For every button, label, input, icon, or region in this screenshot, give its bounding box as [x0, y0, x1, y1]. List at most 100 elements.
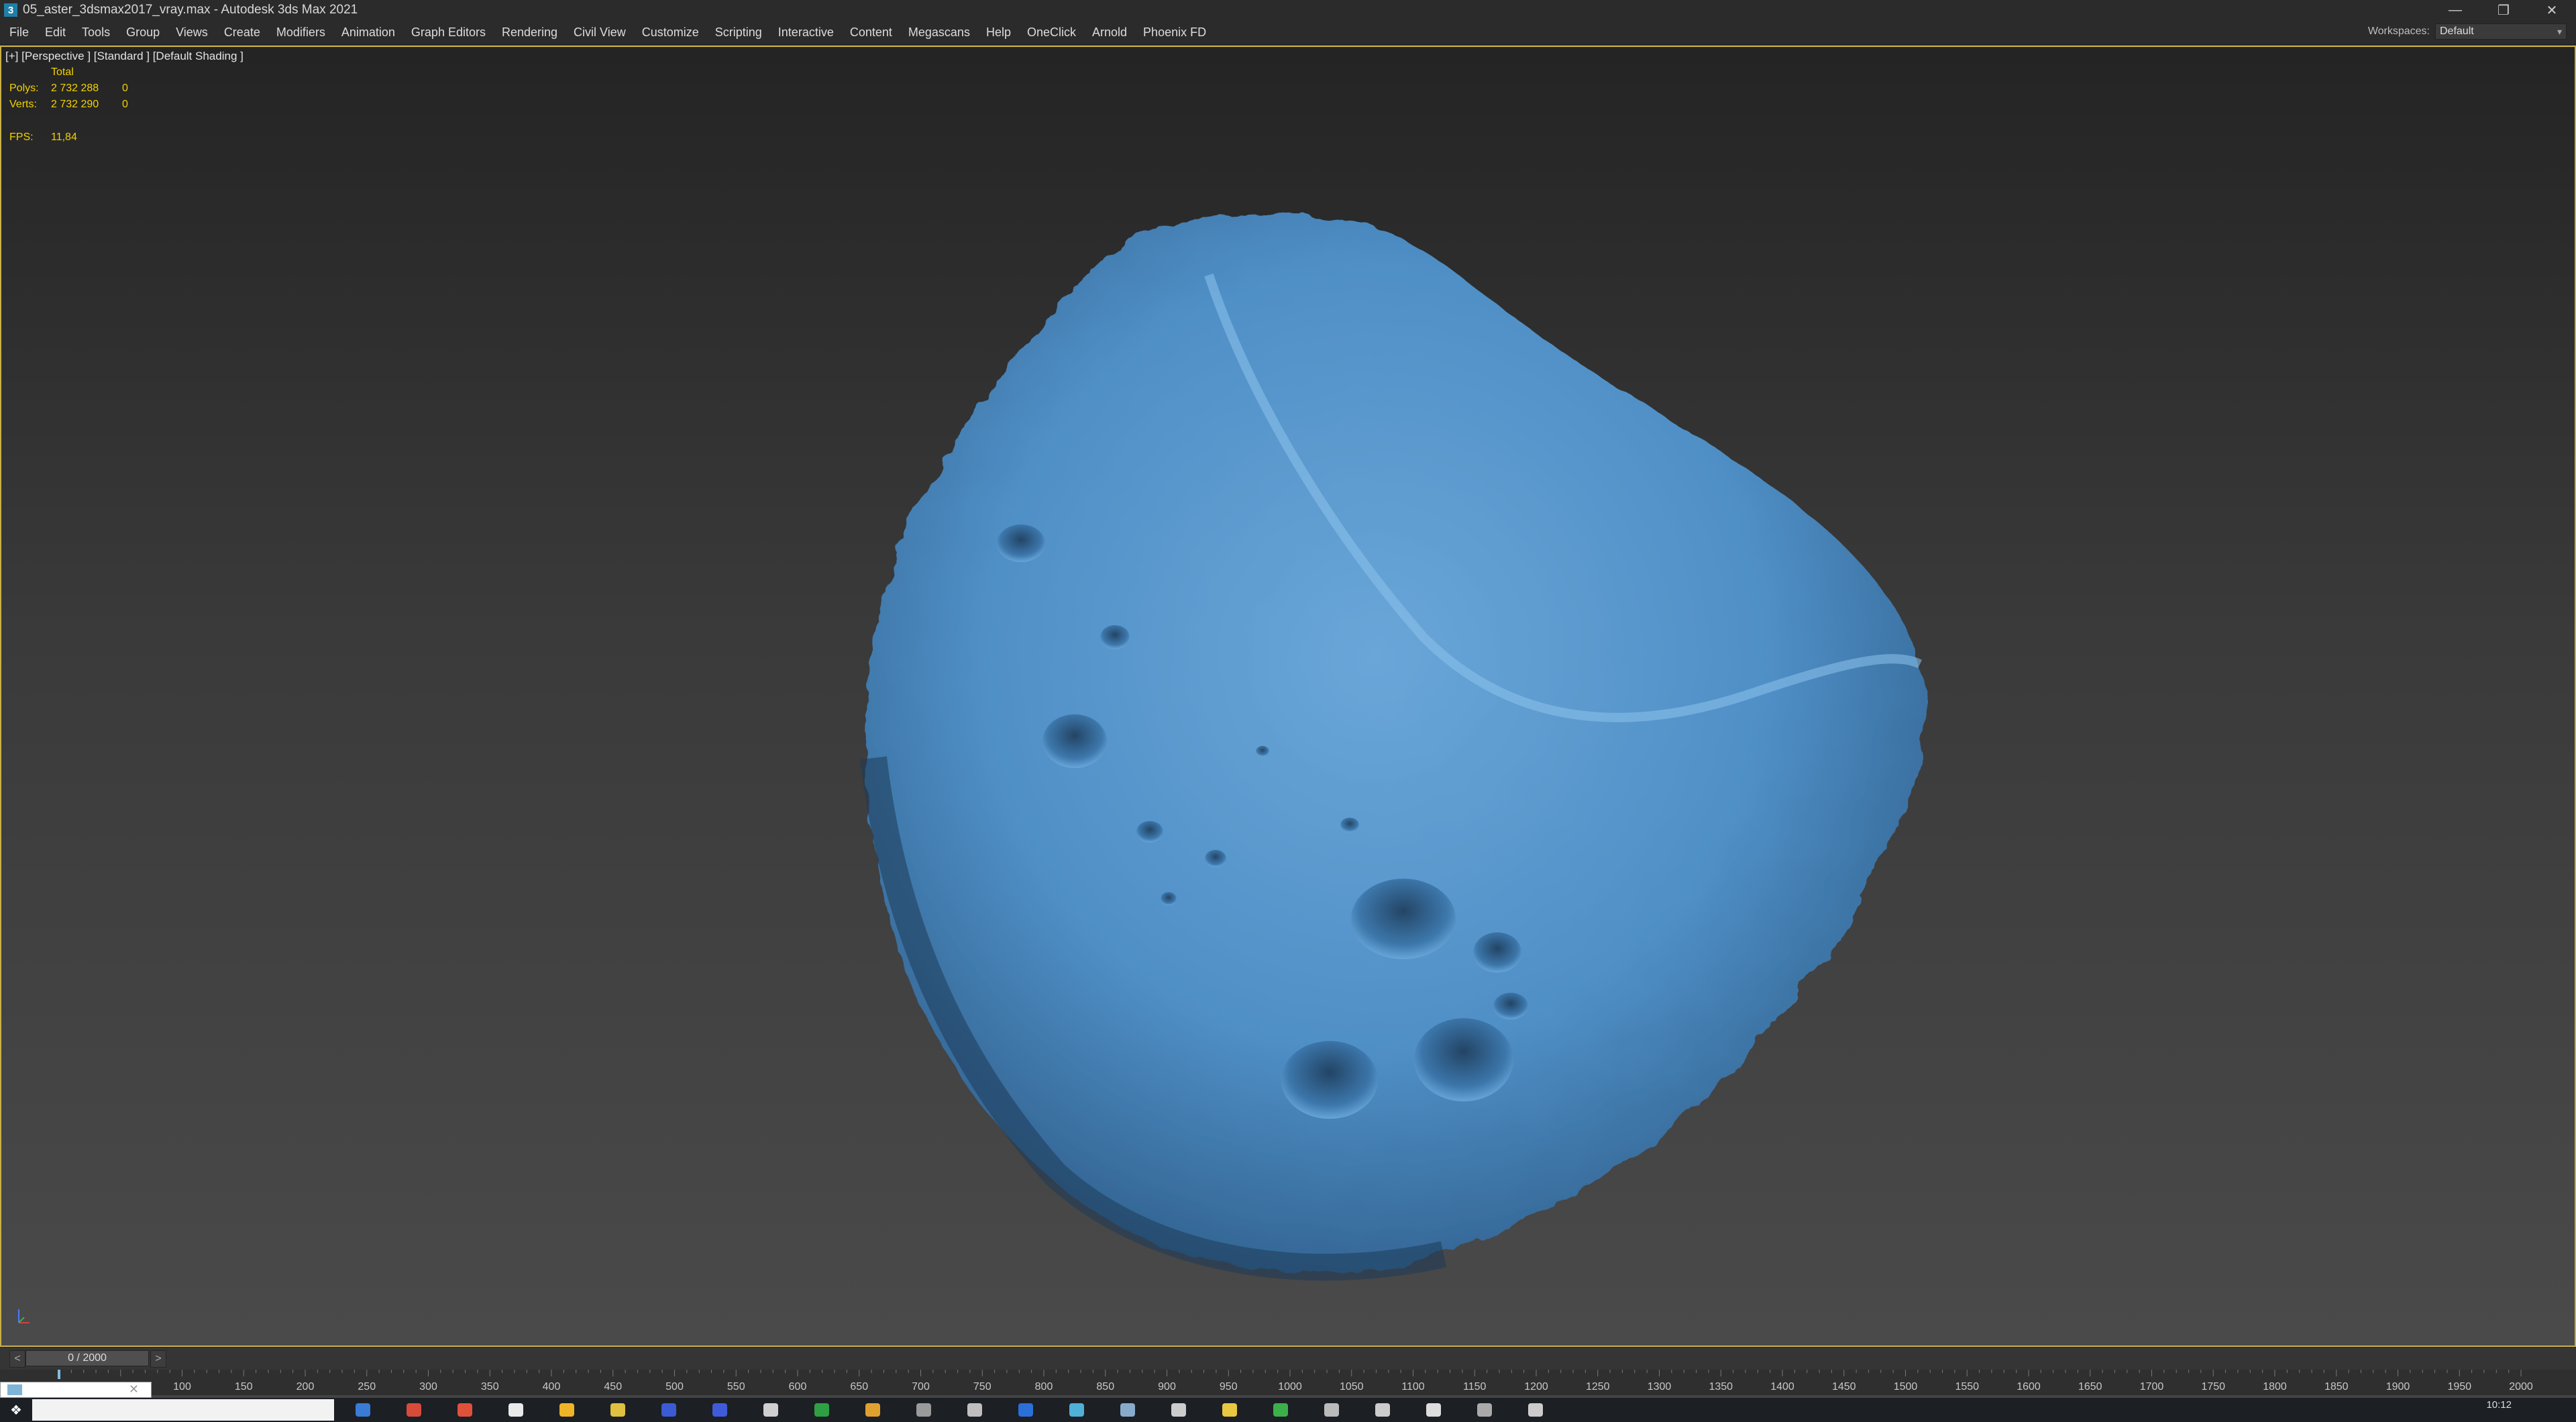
statistics-overlay: Total Polys: 2 732 288 0 Verts: 2 732 29…	[9, 64, 128, 113]
taskbar-app-icon[interactable]	[407, 1403, 421, 1417]
crater	[1100, 625, 1130, 649]
workspace-value: Default	[2440, 25, 2474, 37]
maxscript-mini-listener[interactable]: ✕	[0, 1382, 152, 1398]
app-icon[interactable]: 3	[4, 3, 17, 17]
verts-selected: 0	[122, 99, 128, 110]
taskbar-app-icon[interactable]	[559, 1403, 574, 1417]
ruler-tick-label: 1400	[1770, 1381, 1794, 1392]
menu-item-edit[interactable]: Edit	[37, 20, 74, 44]
taskbar-app-icon[interactable]	[508, 1403, 523, 1417]
taskbar-app-icon[interactable]	[661, 1403, 676, 1417]
time-slider-thumb[interactable]: 0 / 2000	[25, 1350, 149, 1366]
close-icon[interactable]: ✕	[2528, 0, 2576, 20]
ruler-tick-label: 750	[973, 1381, 991, 1392]
taskbar-app-icon[interactable]	[356, 1403, 370, 1417]
taskbar-app-icon[interactable]	[1426, 1403, 1441, 1417]
taskbar-app-icon[interactable]	[916, 1403, 931, 1417]
taskbar-app-icon[interactable]	[1069, 1403, 1084, 1417]
perspective-viewport[interactable]: [+] [Perspective ] [Standard ] [Default …	[0, 46, 2576, 1347]
time-slider-next-button[interactable]: >	[150, 1350, 166, 1368]
verts-value: 2 732 290	[51, 99, 99, 110]
crater	[1256, 746, 1269, 757]
taskbar-app-icon[interactable]	[814, 1403, 829, 1417]
menu-item-megascans[interactable]: Megascans	[900, 20, 978, 44]
menu-item-modifiers[interactable]: Modifiers	[268, 20, 333, 44]
time-slider-bar: < 0 / 2000 >	[0, 1347, 2576, 1370]
ruler-tick-label: 1850	[2324, 1381, 2349, 1392]
menu-item-scripting[interactable]: Scripting	[707, 20, 770, 44]
ruler-tick-label: 350	[481, 1381, 499, 1392]
title-bar: 3 05_aster_3dsmax2017_vray.max - Autodes…	[0, 0, 2576, 20]
menu-item-oneclick[interactable]: OneClick	[1019, 20, 1084, 44]
asteroid-body	[865, 212, 1926, 1273]
taskbar-app-icon[interactable]	[1018, 1403, 1033, 1417]
crater	[1136, 821, 1163, 842]
taskbar-clock: 10:12	[2486, 1399, 2512, 1411]
crater	[1493, 993, 1528, 1020]
menu-item-customize[interactable]: Customize	[634, 20, 707, 44]
taskbar-app-icon[interactable]	[1528, 1403, 1543, 1417]
menu-item-group[interactable]: Group	[118, 20, 168, 44]
menu-item-animation[interactable]: Animation	[333, 20, 403, 44]
track-bar[interactable]: 100 150 200 250 300 350 400 450 500 550 600 650 700 7…	[0, 1370, 2576, 1395]
crater	[1161, 892, 1177, 906]
ruler-tick-label: 800	[1035, 1381, 1053, 1392]
menu-item-interactive[interactable]: Interactive	[770, 20, 842, 44]
menu-item-arnold[interactable]: Arnold	[1084, 20, 1135, 44]
menu-item-create[interactable]: Create	[216, 20, 268, 44]
menu-item-help[interactable]: Help	[978, 20, 1019, 44]
taskbar-app-icon[interactable]	[458, 1403, 472, 1417]
taskbar-app-icon[interactable]	[1273, 1403, 1288, 1417]
menu-item-graph-editors[interactable]: Graph Editors	[403, 20, 494, 44]
menu-item-content[interactable]: Content	[842, 20, 900, 44]
taskbar-app-icon[interactable]	[967, 1403, 982, 1417]
ruler-tick-label: 1900	[2386, 1381, 2410, 1392]
ruler-tick-label: 1550	[1955, 1381, 1979, 1392]
ruler-tick-label: 500	[665, 1381, 684, 1392]
crater	[1205, 850, 1226, 867]
taskbar-app-icon[interactable]	[1120, 1403, 1135, 1417]
crater	[1473, 932, 1521, 973]
ruler-tick-label: 300	[419, 1381, 437, 1392]
ruler-tick-label: 2000	[2509, 1381, 2533, 1392]
window-controls: — ❐ ✕	[2431, 0, 2576, 20]
taskbar-app-icon[interactable]	[610, 1403, 625, 1417]
ruler-tick-label: 150	[235, 1381, 253, 1392]
fps-label: FPS:	[9, 131, 34, 143]
ruler-tick-label: 1700	[2140, 1381, 2164, 1392]
ruler-tick-label: 1200	[1524, 1381, 1548, 1392]
taskbar-app-icon[interactable]	[1324, 1403, 1339, 1417]
ruler-tick-label: 1350	[1709, 1381, 1733, 1392]
chevron-down-icon: ▾	[2557, 26, 2562, 37]
minimize-icon[interactable]: —	[2431, 0, 2479, 20]
menu-item-rendering[interactable]: Rendering	[494, 20, 566, 44]
taskbar-app-icon[interactable]	[1477, 1403, 1492, 1417]
menu-item-views[interactable]: Views	[168, 20, 216, 44]
taskbar-app-icon[interactable]	[1222, 1403, 1237, 1417]
crater	[1351, 879, 1456, 959]
close-icon[interactable]: ✕	[129, 1382, 139, 1397]
taskbar-app-icon[interactable]	[763, 1403, 778, 1417]
workspace-select[interactable]: Default ▾	[2435, 23, 2567, 40]
menu-item-file[interactable]: File	[1, 20, 37, 44]
stats-header: Total	[51, 66, 74, 78]
taskbar-app-icon[interactable]	[865, 1403, 880, 1417]
menu-item-phoenix-fd[interactable]: Phoenix FD	[1135, 20, 1214, 44]
ruler-tick-label: 100	[173, 1381, 191, 1392]
taskbar-app-icon[interactable]	[1171, 1403, 1186, 1417]
taskbar-search-box[interactable]	[32, 1399, 334, 1421]
menu-item-civil-view[interactable]: Civil View	[566, 20, 634, 44]
windows-taskbar: ❖ 10:12	[0, 1398, 2576, 1422]
workspace-label: Workspaces:	[2367, 25, 2430, 37]
viewport-label[interactable]: [+] [Perspective ] [Standard ] [Default …	[5, 50, 244, 63]
taskbar-app-icon[interactable]	[1375, 1403, 1390, 1417]
asteroid-model[interactable]	[739, 154, 2014, 1347]
ruler-tick-label: 1600	[2017, 1381, 2041, 1392]
track-bar-ruler: 100 150 200 250 300 350 400 450 500 550 600 650 700 7…	[58, 1370, 2533, 1392]
restore-icon[interactable]: ❐	[2479, 0, 2528, 20]
taskbar-app-icon[interactable]	[712, 1403, 727, 1417]
ruler-tick-label: 600	[789, 1381, 807, 1392]
menu-item-tools[interactable]: Tools	[74, 20, 118, 44]
start-icon[interactable]: ❖	[0, 1398, 32, 1422]
time-slider-prev-button[interactable]: <	[9, 1350, 25, 1368]
